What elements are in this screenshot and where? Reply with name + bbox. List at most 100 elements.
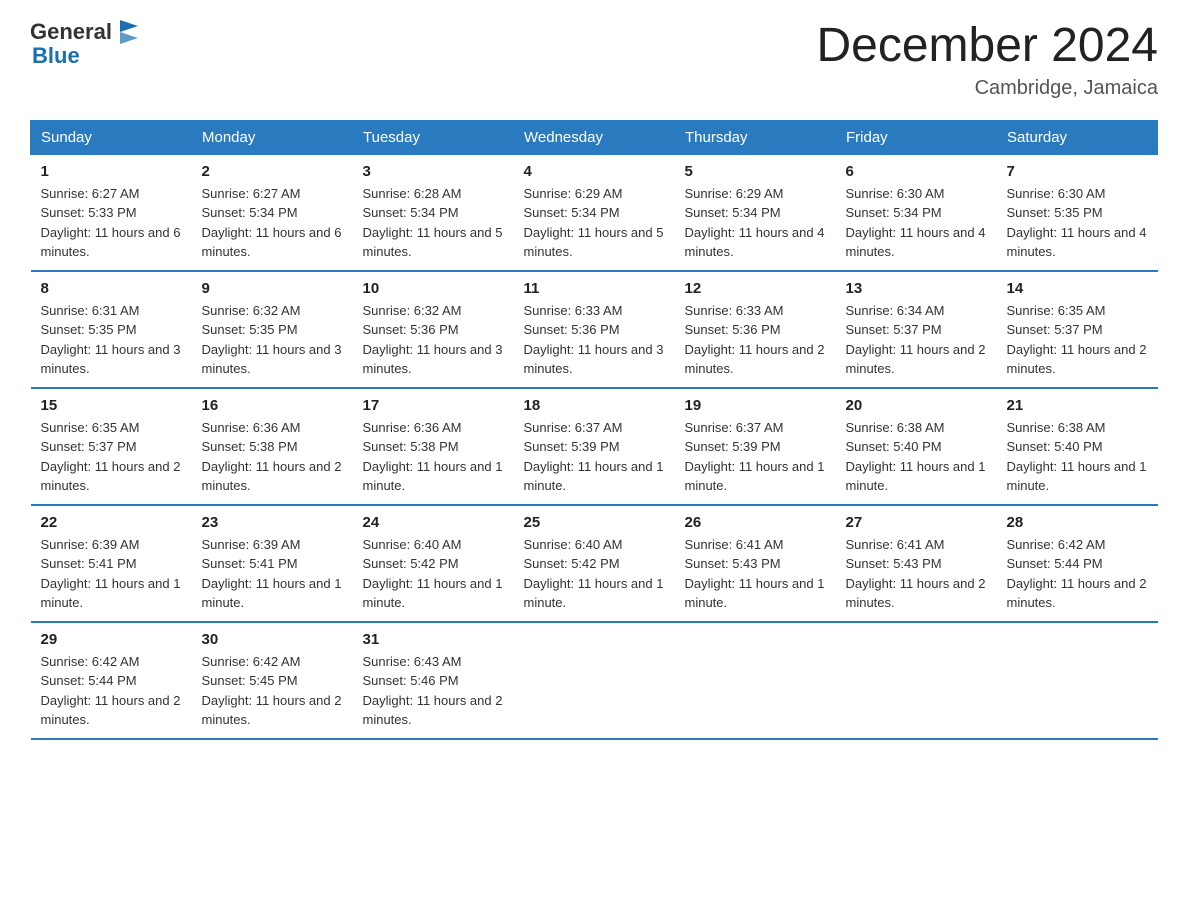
sunset-label: Sunset: 5:43 PM <box>685 556 781 571</box>
table-row: 18 Sunrise: 6:37 AM Sunset: 5:39 PM Dayl… <box>514 388 675 505</box>
table-row <box>675 622 836 739</box>
sunrise-label: Sunrise: 6:39 AM <box>202 537 301 552</box>
day-info: Sunrise: 6:33 AM Sunset: 5:36 PM Dayligh… <box>685 301 826 379</box>
sunrise-label: Sunrise: 6:35 AM <box>41 420 140 435</box>
sunset-label: Sunset: 5:34 PM <box>846 205 942 220</box>
daylight-label: Daylight: 11 hours and 3 minutes. <box>524 342 664 377</box>
day-info: Sunrise: 6:41 AM Sunset: 5:43 PM Dayligh… <box>846 535 987 613</box>
table-row: 22 Sunrise: 6:39 AM Sunset: 5:41 PM Dayl… <box>31 505 192 622</box>
table-row: 4 Sunrise: 6:29 AM Sunset: 5:34 PM Dayli… <box>514 154 675 271</box>
sunrise-label: Sunrise: 6:29 AM <box>524 186 623 201</box>
table-row: 24 Sunrise: 6:40 AM Sunset: 5:42 PM Dayl… <box>353 505 514 622</box>
daylight-label: Daylight: 11 hours and 3 minutes. <box>41 342 181 377</box>
sunrise-label: Sunrise: 6:36 AM <box>363 420 462 435</box>
daylight-label: Daylight: 11 hours and 5 minutes. <box>524 225 664 260</box>
day-number: 16 <box>202 397 343 414</box>
sunset-label: Sunset: 5:34 PM <box>685 205 781 220</box>
day-info: Sunrise: 6:39 AM Sunset: 5:41 PM Dayligh… <box>202 535 343 613</box>
table-row: 28 Sunrise: 6:42 AM Sunset: 5:44 PM Dayl… <box>997 505 1158 622</box>
day-number: 7 <box>1007 163 1148 180</box>
table-row: 8 Sunrise: 6:31 AM Sunset: 5:35 PM Dayli… <box>31 271 192 388</box>
daylight-label: Daylight: 11 hours and 1 minute. <box>41 576 181 611</box>
day-info: Sunrise: 6:30 AM Sunset: 5:34 PM Dayligh… <box>846 184 987 262</box>
daylight-label: Daylight: 11 hours and 2 minutes. <box>685 342 825 377</box>
daylight-label: Daylight: 11 hours and 5 minutes. <box>363 225 503 260</box>
sunrise-label: Sunrise: 6:40 AM <box>524 537 623 552</box>
day-info: Sunrise: 6:30 AM Sunset: 5:35 PM Dayligh… <box>1007 184 1148 262</box>
day-number: 27 <box>846 514 987 531</box>
daylight-label: Daylight: 11 hours and 1 minute. <box>524 459 664 494</box>
sunset-label: Sunset: 5:39 PM <box>524 439 620 454</box>
daylight-label: Daylight: 11 hours and 2 minutes. <box>846 342 986 377</box>
daylight-label: Daylight: 11 hours and 2 minutes. <box>41 693 181 728</box>
daylight-label: Daylight: 11 hours and 3 minutes. <box>202 342 342 377</box>
sunset-label: Sunset: 5:41 PM <box>202 556 298 571</box>
sunrise-label: Sunrise: 6:35 AM <box>1007 303 1106 318</box>
daylight-label: Daylight: 11 hours and 2 minutes. <box>1007 342 1147 377</box>
col-friday: Friday <box>836 120 997 154</box>
table-row: 19 Sunrise: 6:37 AM Sunset: 5:39 PM Dayl… <box>675 388 836 505</box>
table-row <box>514 622 675 739</box>
daylight-label: Daylight: 11 hours and 6 minutes. <box>202 225 342 260</box>
sunset-label: Sunset: 5:36 PM <box>685 322 781 337</box>
daylight-label: Daylight: 11 hours and 3 minutes. <box>363 342 503 377</box>
day-number: 19 <box>685 397 826 414</box>
sunset-label: Sunset: 5:46 PM <box>363 673 459 688</box>
sunrise-label: Sunrise: 6:31 AM <box>41 303 140 318</box>
daylight-label: Daylight: 11 hours and 2 minutes. <box>202 693 342 728</box>
table-row: 25 Sunrise: 6:40 AM Sunset: 5:42 PM Dayl… <box>514 505 675 622</box>
day-number: 8 <box>41 280 182 297</box>
daylight-label: Daylight: 11 hours and 2 minutes. <box>846 576 986 611</box>
day-number: 13 <box>846 280 987 297</box>
table-row: 20 Sunrise: 6:38 AM Sunset: 5:40 PM Dayl… <box>836 388 997 505</box>
day-info: Sunrise: 6:27 AM Sunset: 5:34 PM Dayligh… <box>202 184 343 262</box>
sunrise-label: Sunrise: 6:38 AM <box>846 420 945 435</box>
day-number: 2 <box>202 163 343 180</box>
sunset-label: Sunset: 5:44 PM <box>41 673 137 688</box>
table-row: 21 Sunrise: 6:38 AM Sunset: 5:40 PM Dayl… <box>997 388 1158 505</box>
sunrise-label: Sunrise: 6:27 AM <box>202 186 301 201</box>
table-row: 31 Sunrise: 6:43 AM Sunset: 5:46 PM Dayl… <box>353 622 514 739</box>
day-number: 22 <box>41 514 182 531</box>
sunrise-label: Sunrise: 6:38 AM <box>1007 420 1106 435</box>
sunrise-label: Sunrise: 6:42 AM <box>41 654 140 669</box>
table-row: 17 Sunrise: 6:36 AM Sunset: 5:38 PM Dayl… <box>353 388 514 505</box>
day-info: Sunrise: 6:29 AM Sunset: 5:34 PM Dayligh… <box>524 184 665 262</box>
sunrise-label: Sunrise: 6:30 AM <box>846 186 945 201</box>
col-saturday: Saturday <box>997 120 1158 154</box>
sunset-label: Sunset: 5:37 PM <box>846 322 942 337</box>
table-row: 5 Sunrise: 6:29 AM Sunset: 5:34 PM Dayli… <box>675 154 836 271</box>
table-row: 15 Sunrise: 6:35 AM Sunset: 5:37 PM Dayl… <box>31 388 192 505</box>
sunrise-label: Sunrise: 6:36 AM <box>202 420 301 435</box>
sunrise-label: Sunrise: 6:37 AM <box>685 420 784 435</box>
day-info: Sunrise: 6:36 AM Sunset: 5:38 PM Dayligh… <box>202 418 343 496</box>
table-row <box>836 622 997 739</box>
sunset-label: Sunset: 5:41 PM <box>41 556 137 571</box>
sunset-label: Sunset: 5:37 PM <box>41 439 137 454</box>
sunset-label: Sunset: 5:34 PM <box>524 205 620 220</box>
sunrise-label: Sunrise: 6:34 AM <box>846 303 945 318</box>
day-info: Sunrise: 6:38 AM Sunset: 5:40 PM Dayligh… <box>1007 418 1148 496</box>
sunset-label: Sunset: 5:44 PM <box>1007 556 1103 571</box>
sunset-label: Sunset: 5:37 PM <box>1007 322 1103 337</box>
logo-flag-icon <box>116 16 144 44</box>
day-info: Sunrise: 6:42 AM Sunset: 5:44 PM Dayligh… <box>41 652 182 730</box>
col-monday: Monday <box>192 120 353 154</box>
sunset-label: Sunset: 5:42 PM <box>363 556 459 571</box>
sunset-label: Sunset: 5:34 PM <box>363 205 459 220</box>
table-row: 10 Sunrise: 6:32 AM Sunset: 5:36 PM Dayl… <box>353 271 514 388</box>
day-number: 6 <box>846 163 987 180</box>
table-row: 13 Sunrise: 6:34 AM Sunset: 5:37 PM Dayl… <box>836 271 997 388</box>
sunset-label: Sunset: 5:33 PM <box>41 205 137 220</box>
calendar-week-row: 8 Sunrise: 6:31 AM Sunset: 5:35 PM Dayli… <box>31 271 1158 388</box>
day-number: 25 <box>524 514 665 531</box>
day-info: Sunrise: 6:29 AM Sunset: 5:34 PM Dayligh… <box>685 184 826 262</box>
sunrise-label: Sunrise: 6:41 AM <box>685 537 784 552</box>
table-row: 29 Sunrise: 6:42 AM Sunset: 5:44 PM Dayl… <box>31 622 192 739</box>
sunset-label: Sunset: 5:38 PM <box>363 439 459 454</box>
sunrise-label: Sunrise: 6:27 AM <box>41 186 140 201</box>
sunset-label: Sunset: 5:34 PM <box>202 205 298 220</box>
day-info: Sunrise: 6:40 AM Sunset: 5:42 PM Dayligh… <box>363 535 504 613</box>
sunset-label: Sunset: 5:36 PM <box>363 322 459 337</box>
day-number: 1 <box>41 163 182 180</box>
